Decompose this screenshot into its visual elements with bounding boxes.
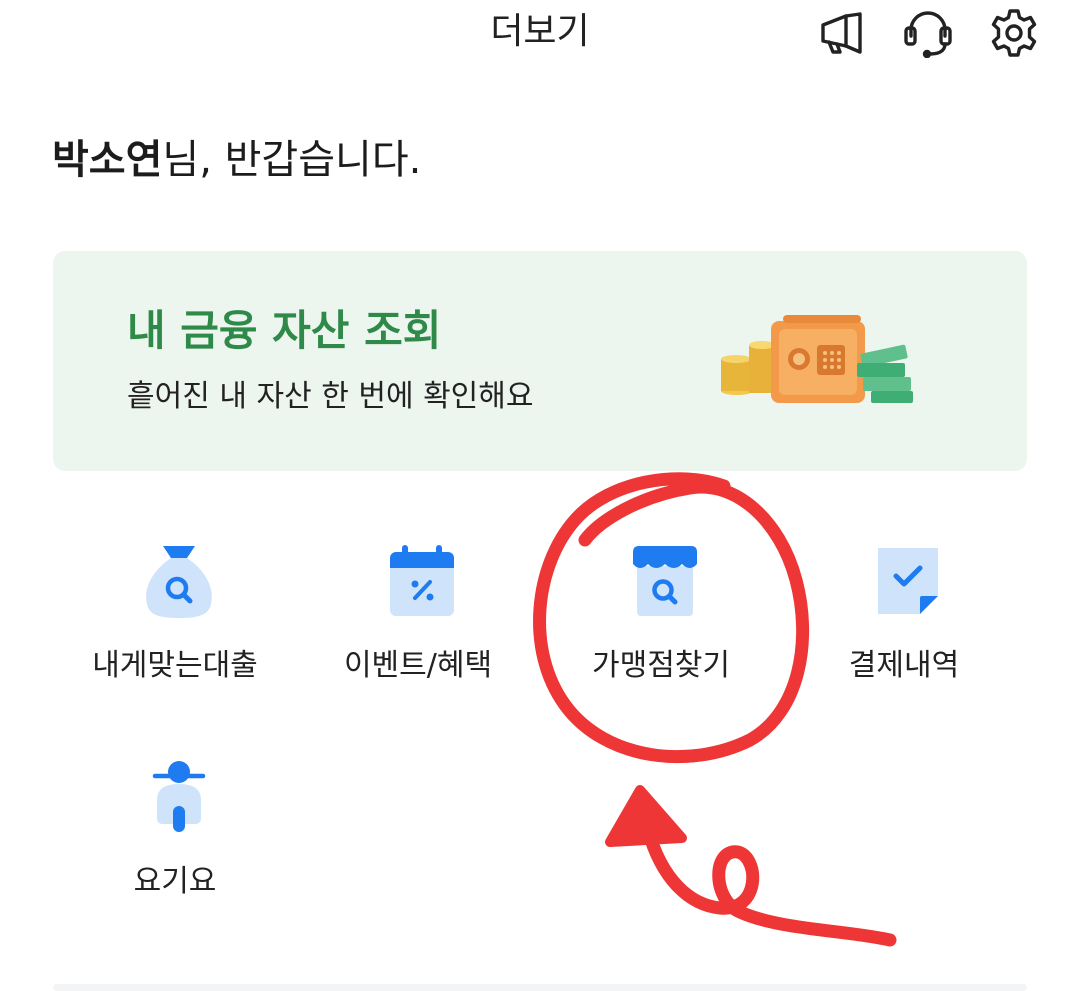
menu-event[interactable]: 이벤트/혜택: [303, 542, 533, 732]
headset-icon[interactable]: [903, 8, 953, 58]
gear-icon[interactable]: [989, 8, 1039, 58]
menu-loan[interactable]: 내게맞는대출: [60, 542, 290, 732]
scooter-icon: [143, 758, 215, 834]
greeting-suffix: 님, 반갑습니다.: [162, 137, 422, 183]
store-search-icon: [629, 542, 701, 618]
calendar-percent-icon: [386, 542, 458, 618]
menu-payment-history-label: 결제내역: [848, 648, 960, 683]
menu-loan-label: 내게맞는대출: [92, 648, 258, 683]
receipt-check-icon: [872, 542, 944, 618]
safe-money-illustration: [721, 315, 913, 403]
banner-subtitle: 흩어진 내 자산 한 번에 확인해요: [127, 379, 534, 414]
menu-yogiyo-label: 요기요: [133, 864, 217, 899]
menu-store-finder-label: 가맹점찾기: [592, 648, 730, 683]
section-divider: [53, 984, 1027, 991]
user-name: 박소연: [52, 137, 163, 183]
financial-assets-banner[interactable]: 내 금융 자산 조회 흩어진 내 자산 한 번에 확인해요: [53, 251, 1027, 471]
banner-title: 내 금융 자산 조회: [127, 306, 442, 355]
money-bag-search-icon: [143, 542, 215, 618]
menu-payment-history[interactable]: 결제내역: [789, 542, 1019, 732]
menu-yogiyo[interactable]: 요기요: [60, 758, 290, 948]
greeting-text: 박소연님, 반갑습니다.: [52, 128, 421, 192]
megaphone-icon[interactable]: [816, 8, 866, 58]
menu-store-finder[interactable]: 가맹점찾기: [546, 542, 776, 732]
menu-event-label: 이벤트/혜택: [343, 648, 493, 683]
